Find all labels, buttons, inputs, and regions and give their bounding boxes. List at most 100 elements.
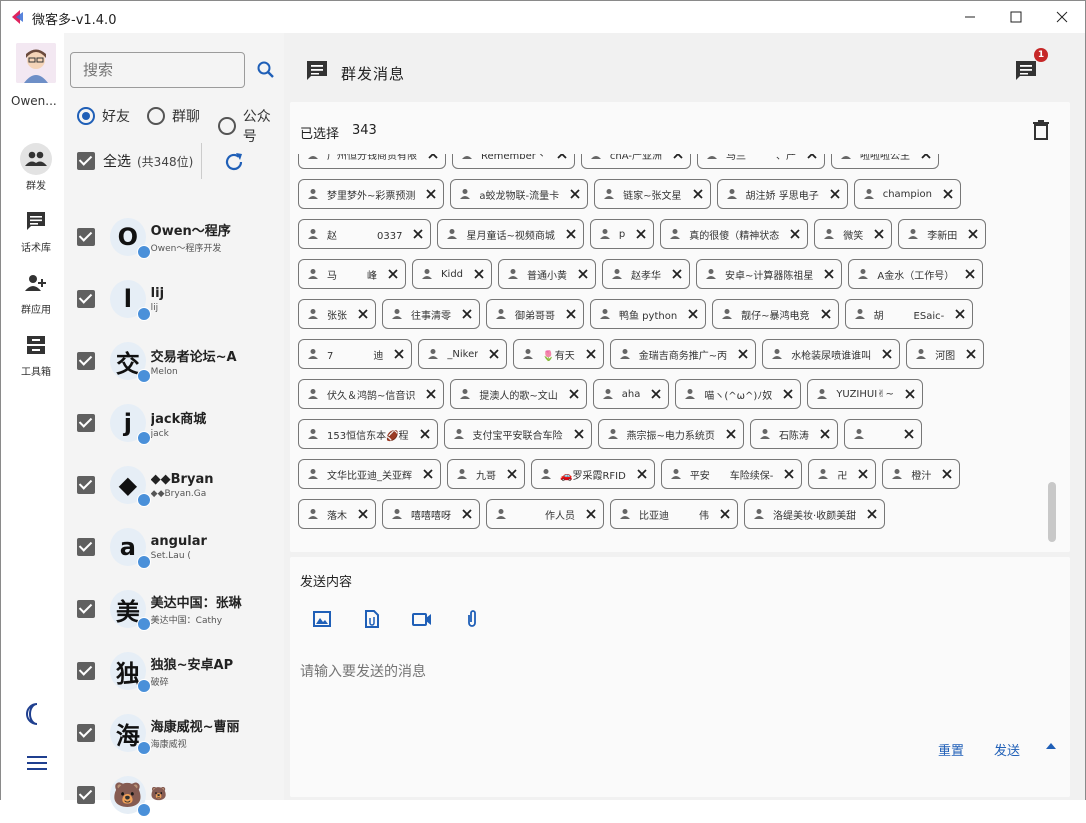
remove-icon[interactable] (725, 428, 737, 440)
recipient-chip[interactable]: 马兰 、产 (696, 154, 825, 169)
remove-icon[interactable] (920, 154, 932, 160)
trash-icon[interactable] (1033, 120, 1049, 140)
recipient-chip[interactable]: 金瑞吉商务推广~丙 (609, 339, 757, 369)
recipient-chip[interactable]: 微笑 (814, 219, 893, 249)
recipient-chip[interactable]: 橙汁 (882, 459, 961, 489)
remove-icon[interactable] (585, 508, 597, 520)
recipient-chip[interactable]: cnA-严亚洲 (580, 154, 691, 169)
remove-icon[interactable] (568, 388, 580, 400)
remove-icon[interactable] (556, 154, 568, 160)
contact-row[interactable]: 🐻 🐻 (77, 767, 282, 823)
recipient-chip[interactable]: 啦啦啦公主 (830, 154, 939, 169)
recipient-chip[interactable]: 平安 车险续保- (660, 459, 803, 489)
remove-icon[interactable] (473, 268, 485, 280)
remove-icon[interactable] (719, 508, 731, 520)
contact-row[interactable]: O Owen～程序 Owen～程序开发 (77, 209, 282, 265)
radio-friends[interactable]: 好友 (77, 106, 130, 126)
user-avatar[interactable] (16, 43, 56, 83)
recipient-chip[interactable]: 伏久＆鸿鹄~信音识 (298, 379, 445, 409)
message-input[interactable] (300, 657, 1050, 687)
notification-icon[interactable] (1015, 60, 1037, 82)
contact-checkbox[interactable] (77, 290, 95, 308)
recipient-chip[interactable]: 九哥 (447, 459, 525, 489)
video-icon[interactable] (412, 609, 432, 629)
recipient-chip[interactable]: 鸭鱼 python (590, 299, 707, 329)
remove-icon[interactable] (783, 468, 795, 480)
recipient-chip[interactable]: 张张 (298, 299, 376, 329)
select-all-checkbox[interactable]: 全选 (共348位) (77, 151, 193, 171)
rail-item-group-apps[interactable]: 群应用 (1, 267, 71, 316)
rail-item-scripts[interactable]: 话术库 (1, 205, 71, 254)
remove-icon[interactable] (577, 268, 589, 280)
contact-row[interactable]: 海海康威视~曹丽 海康威视 (77, 705, 282, 761)
rail-item-mass-send[interactable]: 群发 (1, 143, 71, 192)
remove-icon[interactable] (965, 348, 977, 360)
contact-row[interactable]: l lij lij (77, 271, 282, 327)
recipient-chip[interactable]: 支付宝平安联合车险 (443, 419, 592, 449)
contact-row[interactable]: a angular Set.Lau ( (77, 519, 282, 575)
remove-icon[interactable] (565, 228, 577, 240)
remove-icon[interactable] (635, 228, 647, 240)
remove-icon[interactable] (425, 388, 437, 400)
remove-icon[interactable] (461, 508, 473, 520)
recipient-chip[interactable]: _Niker (418, 339, 508, 369)
recipient-chip[interactable]: 河图 (906, 339, 985, 369)
recipient-chip[interactable]: 广州恒分钱商贸有限 (298, 154, 446, 169)
recipient-chip[interactable]: 嘻嘻嘻呀 (382, 499, 480, 529)
recipient-chip[interactable]: Kidd (412, 259, 493, 289)
remove-icon[interactable] (941, 468, 953, 480)
recipient-chip[interactable]: 🌷有天 (513, 339, 604, 369)
remove-icon[interactable] (357, 508, 369, 520)
remove-icon[interactable] (672, 154, 684, 160)
maximize-button[interactable] (993, 1, 1039, 33)
dark-mode-toggle[interactable] (25, 703, 45, 729)
remove-icon[interactable] (387, 268, 399, 280)
contact-checkbox[interactable] (77, 786, 95, 804)
remove-icon[interactable] (569, 188, 581, 200)
image-icon[interactable] (312, 609, 332, 629)
reset-button[interactable]: 重置 (938, 740, 964, 759)
remove-icon[interactable] (903, 428, 915, 440)
recipient-chip[interactable]: 马 峰 (298, 259, 406, 289)
contact-row[interactable]: 美美达中国：张琳 美达中国：Cathy (77, 581, 282, 637)
remove-icon[interactable] (488, 348, 500, 360)
contact-checkbox[interactable] (77, 476, 95, 494)
recipient-chip[interactable]: a蛟龙物联-流量卡 (450, 179, 589, 209)
recipient-chip[interactable]: 御弟哥哥 (486, 299, 584, 329)
recipient-chip[interactable]: 胡注娇 孚思电子 (716, 179, 848, 209)
remove-icon[interactable] (687, 308, 699, 320)
recipient-chip[interactable]: 提澳人的歌~文山 (450, 379, 587, 409)
remove-icon[interactable] (419, 428, 431, 440)
remove-icon[interactable] (942, 188, 954, 200)
recipient-chip[interactable]: 燕宗振~电力系统页 (597, 419, 744, 449)
recipient-chip[interactable]: aha (592, 379, 670, 409)
rail-item-toolbox[interactable]: 工具箱 (1, 329, 71, 378)
recipient-chip[interactable]: 真的很傻（精神状态 (660, 219, 809, 249)
remove-icon[interactable] (820, 308, 832, 320)
send-button[interactable]: 发送 (994, 740, 1020, 759)
file-icon[interactable] (362, 609, 382, 629)
recipient-chip[interactable]: champion (853, 179, 962, 209)
recipient-chip[interactable]: 比亚迪 伟 (610, 499, 738, 529)
remove-icon[interactable] (904, 388, 916, 400)
recipient-chip[interactable]: 李新田 (898, 219, 987, 249)
contact-row[interactable]: j jack商城 jack (77, 395, 282, 451)
recipient-chip[interactable]: YUZIHUI✌~ (807, 379, 923, 409)
close-button[interactable] (1039, 1, 1085, 33)
remove-icon[interactable] (412, 228, 424, 240)
recipient-chip[interactable]: 洛缇美妆·收颜美甜 (744, 499, 886, 529)
remove-icon[interactable] (964, 268, 976, 280)
recipient-chip[interactable]: 胡 ESaic- (844, 299, 974, 329)
remove-icon[interactable] (692, 188, 704, 200)
remove-icon[interactable] (823, 268, 835, 280)
recipient-chip[interactable]: 作人员 (486, 499, 604, 529)
recipient-chip[interactable]: 石陈涛 (749, 419, 838, 449)
recipient-chip[interactable] (843, 419, 922, 449)
remove-icon[interactable] (357, 308, 369, 320)
contact-checkbox[interactable] (77, 228, 95, 246)
search-icon[interactable] (256, 60, 276, 80)
recipient-chip[interactable]: p (589, 219, 655, 249)
minimize-button[interactable] (947, 1, 993, 33)
contact-checkbox[interactable] (77, 538, 95, 556)
remove-icon[interactable] (819, 428, 831, 440)
